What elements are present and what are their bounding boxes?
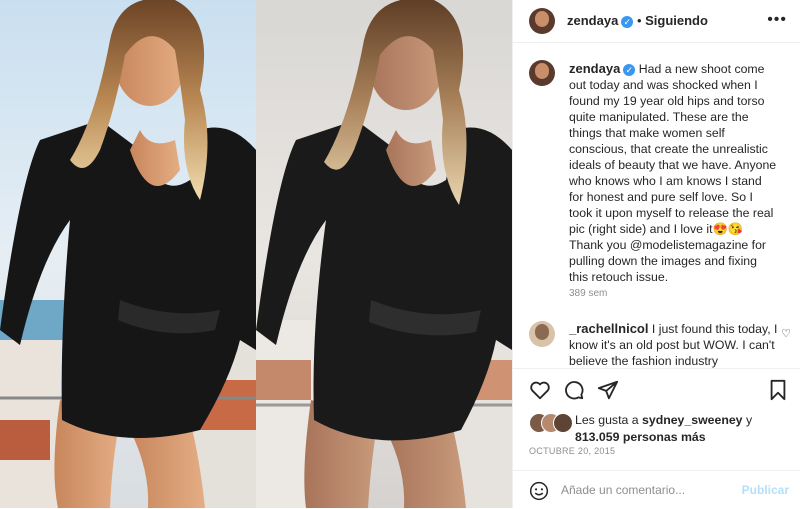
author-avatar[interactable] bbox=[529, 8, 555, 34]
verified-badge-icon: ✓ bbox=[621, 15, 634, 28]
comment-icon[interactable] bbox=[563, 379, 585, 401]
caption: zendaya ✓ Had a new shoot come out today … bbox=[569, 61, 779, 285]
post-date[interactable]: OCTUBRE 20, 2015 bbox=[529, 446, 615, 456]
comment-input[interactable] bbox=[561, 480, 741, 500]
likes-count[interactable]: 813.059 bbox=[575, 430, 619, 444]
liker-avatars[interactable] bbox=[529, 413, 573, 433]
author-line: zendaya ✓ • Siguiendo bbox=[567, 13, 708, 28]
comment-username[interactable]: _rachellnicol bbox=[569, 321, 648, 336]
instagram-post-window: zendaya ✓ • Siguiendo ••• zendaya ✓ Had a … bbox=[0, 0, 800, 508]
liker-username[interactable]: sydney_sweeney bbox=[642, 413, 743, 427]
share-icon[interactable] bbox=[597, 379, 619, 401]
verified-badge-icon: ✓ bbox=[623, 63, 636, 76]
likes-summary: Les gusta a sydney_sweeney y 813.059 per… bbox=[513, 408, 800, 448]
likes-suffix[interactable]: personas más bbox=[623, 430, 706, 444]
comment-heart-icon[interactable]: ♡ bbox=[781, 327, 791, 340]
action-bar bbox=[513, 368, 800, 405]
heart-icon[interactable] bbox=[529, 379, 551, 401]
post-side-panel: zendaya ✓ • Siguiendo ••• zendaya ✓ Had a … bbox=[512, 0, 800, 508]
liker-avatar bbox=[553, 413, 573, 433]
caption-avatar[interactable] bbox=[529, 60, 555, 86]
comments-scroll-area[interactable]: zendaya ✓ Had a new shoot come out today … bbox=[513, 42, 800, 368]
likes-connector: y bbox=[745, 413, 753, 427]
caption-timestamp[interactable]: 389 sem bbox=[569, 288, 607, 299]
separator-dot: • bbox=[636, 13, 646, 28]
author-username[interactable]: zendaya bbox=[567, 13, 618, 28]
follow-status-button[interactable]: Siguiendo bbox=[645, 13, 708, 28]
publish-button[interactable]: Publicar bbox=[742, 483, 789, 497]
comment: _rachellnicol I just found this today, I… bbox=[569, 321, 779, 368]
photo-retouched bbox=[0, 0, 256, 508]
comment-composer: Publicar bbox=[513, 470, 800, 509]
photo-original bbox=[256, 0, 512, 508]
likes-prefix: Les gusta a bbox=[575, 413, 639, 427]
bookmark-icon[interactable] bbox=[767, 379, 789, 401]
caption-username[interactable]: zendaya bbox=[569, 61, 620, 76]
likes-text: Les gusta a sydney_sweeney y 813.059 per… bbox=[575, 412, 785, 446]
smiley-icon[interactable] bbox=[529, 481, 549, 501]
caption-text: Had a new shoot come out today and was s… bbox=[569, 62, 777, 284]
more-dots-icon[interactable]: ••• bbox=[767, 11, 787, 29]
post-header: zendaya ✓ • Siguiendo ••• bbox=[513, 0, 800, 43]
commenter-avatar[interactable] bbox=[529, 321, 555, 347]
post-media[interactable] bbox=[0, 0, 512, 508]
